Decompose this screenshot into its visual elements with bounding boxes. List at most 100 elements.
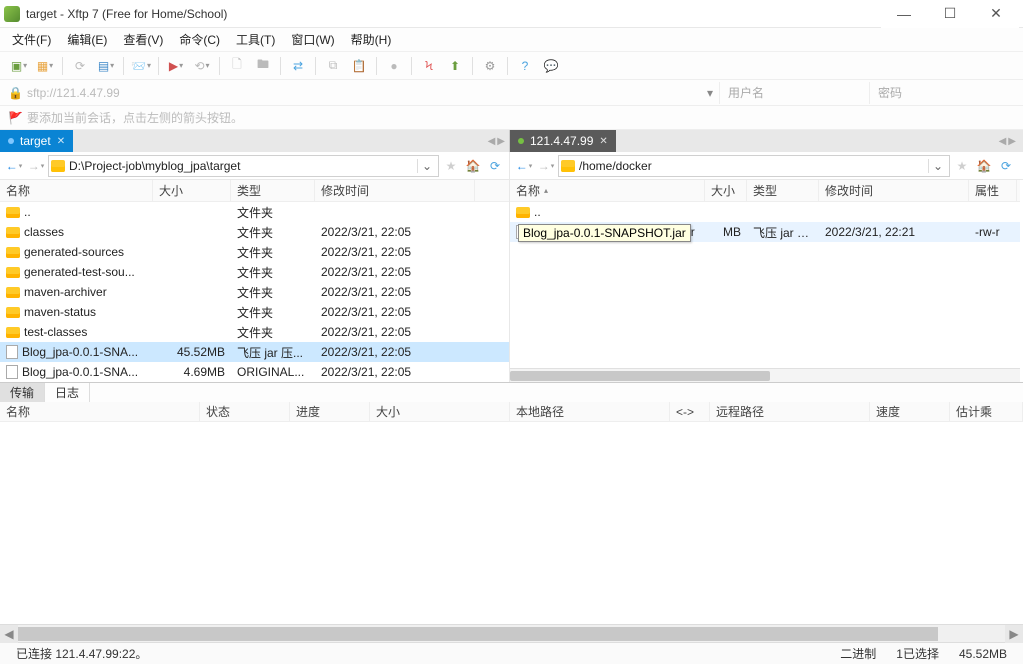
- back-button[interactable]: ←: [514, 155, 534, 177]
- col-type[interactable]: 类型: [231, 180, 315, 201]
- col-size[interactable]: 大小: [705, 180, 747, 201]
- file-row[interactable]: generated-sources文件夹2022/3/21, 22:05: [0, 242, 509, 262]
- tc-name[interactable]: 名称: [0, 402, 200, 421]
- help-icon[interactable]: ?: [513, 55, 537, 77]
- close-button[interactable]: ✕: [973, 0, 1019, 28]
- tab-next-icon[interactable]: ▶: [497, 136, 505, 147]
- new-file-icon[interactable]: 🗋: [225, 55, 249, 77]
- path-dropdown-icon[interactable]: ⌄: [928, 159, 947, 173]
- url-field[interactable]: 🔒 sftp://121.4.47.99: [4, 82, 701, 104]
- tab-next-icon[interactable]: ▶: [1008, 136, 1016, 147]
- home-icon[interactable]: 🏠: [974, 155, 994, 177]
- col-type[interactable]: 类型: [747, 180, 819, 201]
- folder-icon: [6, 227, 20, 238]
- tc-remote[interactable]: 远程路径: [710, 402, 870, 421]
- col-name[interactable]: 名称: [0, 180, 153, 201]
- column-header[interactable]: 名称 大小 类型 修改时间: [0, 180, 509, 202]
- tc-progress[interactable]: 进度: [290, 402, 370, 421]
- stop-icon[interactable]: ●: [382, 55, 406, 77]
- scroll-left-icon[interactable]: ◀: [0, 625, 18, 643]
- col-modified[interactable]: 修改时间: [819, 180, 969, 201]
- tab-prev-icon[interactable]: ◀: [488, 136, 496, 147]
- copy-icon[interactable]: ⧉: [321, 55, 345, 77]
- bookmark-icon[interactable]: ★: [441, 155, 461, 177]
- tab-close-icon[interactable]: ✕: [599, 136, 607, 147]
- path-input[interactable]: [579, 159, 928, 173]
- file-row[interactable]: ..文件夹: [0, 202, 509, 222]
- file-row[interactable]: Blog_jpa-0.0.1-SNA...4.69MBORIGINAL...20…: [0, 362, 509, 382]
- tc-est[interactable]: 估计乘: [950, 402, 1023, 421]
- url-text: sftp://121.4.47.99: [27, 86, 120, 100]
- forward-button[interactable]: →: [536, 155, 556, 177]
- tc-direction[interactable]: <->: [670, 402, 710, 421]
- menu-file[interactable]: 文件(F): [4, 31, 59, 48]
- new-session-icon[interactable]: ▣: [7, 55, 31, 77]
- maximize-button[interactable]: ☐: [927, 0, 973, 28]
- path-dropdown-icon[interactable]: ⌄: [417, 159, 436, 173]
- file-row[interactable]: classes文件夹2022/3/21, 22:05: [0, 222, 509, 242]
- chat-icon[interactable]: 💬: [539, 55, 563, 77]
- tc-size[interactable]: 大小: [370, 402, 510, 421]
- tab-local-target[interactable]: target ✕: [0, 130, 73, 152]
- column-header[interactable]: 名称 大小 类型 修改时间 属性: [510, 180, 1020, 202]
- file-row[interactable]: generated-test-sou...文件夹2022/3/21, 22:05: [0, 262, 509, 282]
- fire-icon[interactable]: Ϟ: [417, 55, 441, 77]
- col-modified[interactable]: 修改时间: [315, 180, 475, 201]
- paste-icon[interactable]: 📋: [347, 55, 371, 77]
- minimize-button[interactable]: —: [881, 0, 927, 28]
- path-field-local[interactable]: ⌄: [48, 155, 439, 177]
- password-field[interactable]: 密码: [869, 82, 1019, 104]
- path-field-remote[interactable]: ⌄: [558, 155, 950, 177]
- refresh-icon[interactable]: ⟳: [996, 155, 1016, 177]
- file-row[interactable]: Blog_jpa-0.0.1-SNA...45.52MB飞压 jar 压...2…: [0, 342, 509, 362]
- swap-icon[interactable]: ⇄: [286, 55, 310, 77]
- file-row[interactable]: maven-archiver文件夹2022/3/21, 22:05: [0, 282, 509, 302]
- gear-icon[interactable]: ⚙: [478, 55, 502, 77]
- play-icon[interactable]: ▶: [164, 55, 188, 77]
- col-attributes[interactable]: 属性: [969, 180, 1017, 201]
- transfer-columns[interactable]: 名称 状态 进度 大小 本地路径 <-> 远程路径 速度 估计乘: [0, 402, 1023, 422]
- tab-transfer[interactable]: 传输: [0, 383, 45, 402]
- file-row[interactable]: test-classes文件夹2022/3/21, 22:05: [0, 322, 509, 342]
- file-row[interactable]: ..: [510, 202, 1020, 222]
- tc-local[interactable]: 本地路径: [510, 402, 670, 421]
- refresh-icon[interactable]: ⟳: [485, 155, 505, 177]
- scrollbar-horizontal[interactable]: ◀ ▶: [0, 624, 1023, 642]
- path-input[interactable]: [69, 159, 417, 173]
- tc-speed[interactable]: 速度: [870, 402, 950, 421]
- new-folder-icon[interactable]: ▦: [33, 55, 57, 77]
- menu-edit[interactable]: 编辑(E): [59, 31, 115, 48]
- tab-remote-host[interactable]: 121.4.47.99 ✕: [510, 130, 616, 152]
- menu-window[interactable]: 窗口(W): [283, 31, 342, 48]
- col-name[interactable]: 名称: [510, 180, 705, 201]
- scroll-right-icon[interactable]: ▶: [1005, 625, 1023, 643]
- scrollbar-horizontal[interactable]: [510, 368, 1020, 382]
- menu-command[interactable]: 命令(C): [171, 31, 228, 48]
- sync-icon[interactable]: ⟲: [190, 55, 214, 77]
- bookmark-icon[interactable]: ★: [952, 155, 972, 177]
- home-icon[interactable]: 🏠: [463, 155, 483, 177]
- file-list-remote[interactable]: ..Blog_jpa-0.0.1-SNAPSHOT.jarMB飞压 jar 压.…: [510, 202, 1020, 368]
- tab-prev-icon[interactable]: ◀: [999, 136, 1007, 147]
- url-dropdown-icon[interactable]: ▾: [701, 86, 719, 100]
- forward-button[interactable]: →: [26, 155, 46, 177]
- open-folder-icon[interactable]: 🖿: [251, 55, 275, 77]
- tc-status[interactable]: 状态: [200, 402, 290, 421]
- toolbar: ▣ ▦ ⟳ ▤ 📨 ▶ ⟲ 🗋 🖿 ⇄ ⧉ 📋 ● Ϟ ⬆ ⚙ ? 💬: [0, 52, 1023, 80]
- menu-help[interactable]: 帮助(H): [343, 31, 400, 48]
- transfer-icon[interactable]: 📨: [129, 55, 153, 77]
- upload-icon[interactable]: ⬆: [443, 55, 467, 77]
- menu-view[interactable]: 查看(V): [115, 31, 171, 48]
- file-row[interactable]: maven-status文件夹2022/3/21, 22:05: [0, 302, 509, 322]
- lock-icon: 🔒: [8, 86, 23, 100]
- menu-tools[interactable]: 工具(T): [228, 31, 283, 48]
- reconnect-icon[interactable]: ⟳: [68, 55, 92, 77]
- col-size[interactable]: 大小: [153, 180, 231, 201]
- session-profile-icon[interactable]: ▤: [94, 55, 118, 77]
- tab-close-icon[interactable]: ✕: [57, 136, 65, 147]
- username-field[interactable]: 用户名: [719, 82, 869, 104]
- file-list-local[interactable]: ..文件夹classes文件夹2022/3/21, 22:05generated…: [0, 202, 509, 382]
- tab-log[interactable]: 日志: [45, 383, 90, 402]
- back-button[interactable]: ←: [4, 155, 24, 177]
- hint-text: 要添加当前会话，点击左侧的箭头按钮。: [27, 109, 243, 126]
